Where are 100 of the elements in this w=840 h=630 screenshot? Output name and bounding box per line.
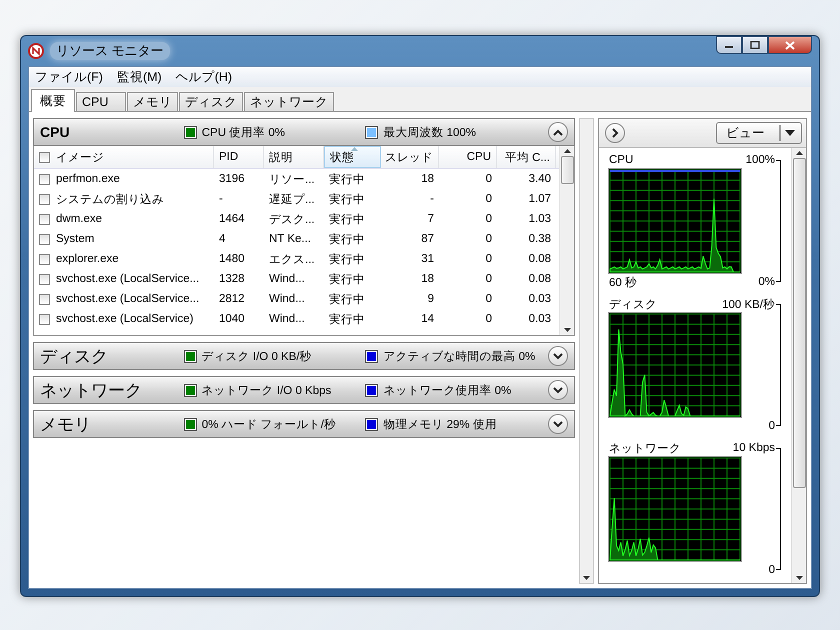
table-cell: -: [430, 193, 434, 205]
graph-time-label: 60 秒: [609, 276, 637, 290]
column-label: CPU: [466, 151, 491, 163]
section-header[interactable]: メモリ 0% ハード フォールト/秒 物理メモリ 29% 使用: [33, 410, 575, 438]
table-cell: 0.08: [528, 273, 551, 285]
checkbox[interactable]: [39, 314, 50, 324]
graph-max-label: 100%: [746, 154, 775, 166]
column-label: イメージ: [56, 150, 104, 164]
tab[interactable]: メモリ: [127, 92, 178, 111]
expand-button[interactable]: [548, 346, 568, 366]
tab[interactable]: 概要: [31, 89, 75, 112]
table-cell: 3196: [219, 173, 245, 185]
table-cell: 0.08: [528, 253, 551, 265]
table-cell-text: システムの割り込み: [56, 192, 164, 206]
table-cell-text: エクス...: [269, 252, 315, 266]
graph-title: ネットワーク: [609, 442, 681, 456]
table-cell: 1.07: [528, 193, 551, 205]
table-cell: 18: [421, 273, 434, 285]
scroll-thumb[interactable]: [792, 158, 806, 488]
table-cell-text: 実行中: [329, 272, 365, 286]
tab[interactable]: CPU: [76, 92, 126, 111]
table-cell: 0: [486, 253, 492, 265]
scrollbar[interactable]: [559, 146, 574, 335]
table-cell: System: [56, 233, 94, 245]
column-label: 平均 C...: [504, 150, 550, 164]
checkbox[interactable]: [39, 254, 50, 264]
legend-label: ディスク I/O 0 KB/秒: [202, 350, 312, 364]
expand-button[interactable]: [548, 380, 568, 400]
table-cell: svchost.exe (LocalService...: [56, 293, 200, 305]
column-header[interactable]: CPU: [439, 146, 497, 168]
expand-button[interactable]: [548, 414, 568, 434]
table-cell: perfmon.exe: [56, 173, 120, 185]
graph-min-label: 0: [768, 564, 775, 576]
checkbox[interactable]: [39, 214, 50, 224]
column-header[interactable]: 平均 C...: [497, 146, 556, 168]
menu-item[interactable]: ファイル(F): [35, 68, 103, 86]
table-cell-text: 実行中: [329, 232, 365, 246]
tab[interactable]: ディスク: [179, 92, 243, 111]
tab[interactable]: ネットワーク: [244, 92, 334, 111]
table-cell: -: [219, 193, 223, 205]
collapse-button[interactable]: [548, 122, 568, 142]
close-button[interactable]: [768, 36, 812, 54]
section-title: ネットワーク: [40, 380, 143, 402]
window-title: リソース モニター: [50, 42, 170, 60]
table-cell: 14: [421, 313, 434, 325]
scrollbar[interactable]: [791, 148, 806, 583]
checkbox[interactable]: [39, 234, 50, 244]
column-label: 説明: [269, 150, 293, 164]
column-header[interactable]: イメージ: [34, 146, 214, 168]
section-title: CPU: [40, 124, 71, 140]
table-cell: 0: [486, 193, 492, 205]
section-header[interactable]: ネットワーク ネットワーク I/O 0 Kbps ネットワーク使用率 0%: [33, 376, 575, 404]
table-cell: 0.38: [528, 233, 551, 245]
table-cell-text: 実行中: [329, 292, 365, 306]
section-header[interactable]: CPU CPU 使用率 0% 最大周波数 100%: [33, 118, 575, 146]
table-cell: 18: [421, 173, 434, 185]
table-cell: 1328: [219, 273, 245, 285]
graph-min-label: 0%: [758, 276, 775, 288]
column-header[interactable]: PID: [214, 146, 264, 168]
minimize-button[interactable]: [716, 36, 742, 54]
scroll-up-icon: [564, 149, 570, 153]
table-cell: 0.03: [528, 313, 551, 325]
table-cell-text: デスク...: [269, 212, 315, 226]
maximize-icon: [750, 41, 760, 49]
scroll-thumb[interactable]: [560, 156, 574, 184]
table-cell: 9: [428, 293, 434, 305]
table-cell: 2812: [219, 293, 245, 305]
table-cell: 0: [486, 173, 492, 185]
section-header[interactable]: ディスク ディスク I/O 0 KB/秒 アクティブな時間の最高 0%: [33, 342, 575, 370]
checkbox[interactable]: [39, 152, 50, 162]
scroll-down-icon: [796, 576, 802, 580]
view-dropdown[interactable]: ビュー: [716, 122, 802, 144]
column-header[interactable]: 状態: [324, 146, 381, 168]
menu-item[interactable]: 監視(M): [116, 68, 162, 86]
table-cell: NT Ke...: [269, 233, 311, 245]
graph-max-label: 10 Kbps: [732, 442, 775, 454]
table-cell-text: 実行中: [329, 212, 365, 226]
checkbox[interactable]: [39, 194, 50, 204]
column-label: PID: [219, 151, 238, 163]
table-cell: 0: [486, 313, 492, 325]
chevron-icon: [553, 352, 564, 360]
legend-label: ネットワーク使用率 0%: [383, 384, 512, 398]
legend-label: CPU 使用率 0%: [202, 126, 286, 140]
expand-panel-button[interactable]: [605, 123, 625, 143]
table-cell: Wind...: [269, 313, 305, 325]
checkbox[interactable]: [39, 174, 50, 184]
menu-item[interactable]: ヘルプ(H): [176, 68, 232, 86]
column-header[interactable]: スレッド: [381, 146, 439, 168]
checkbox[interactable]: [39, 294, 50, 304]
checkbox[interactable]: [39, 274, 50, 284]
maximize-button[interactable]: [742, 36, 768, 54]
table-cell: 7: [428, 213, 434, 225]
table-cell-text: 実行中: [329, 252, 365, 266]
table-cell: 0: [486, 293, 492, 305]
table-cell: 1040: [219, 313, 245, 325]
close-icon: [785, 40, 795, 50]
graph-title: ディスク: [609, 298, 657, 312]
scrollbar[interactable]: [579, 118, 594, 584]
legend-label: ネットワーク I/O 0 Kbps: [202, 384, 332, 398]
table-cell: 0: [486, 213, 492, 225]
